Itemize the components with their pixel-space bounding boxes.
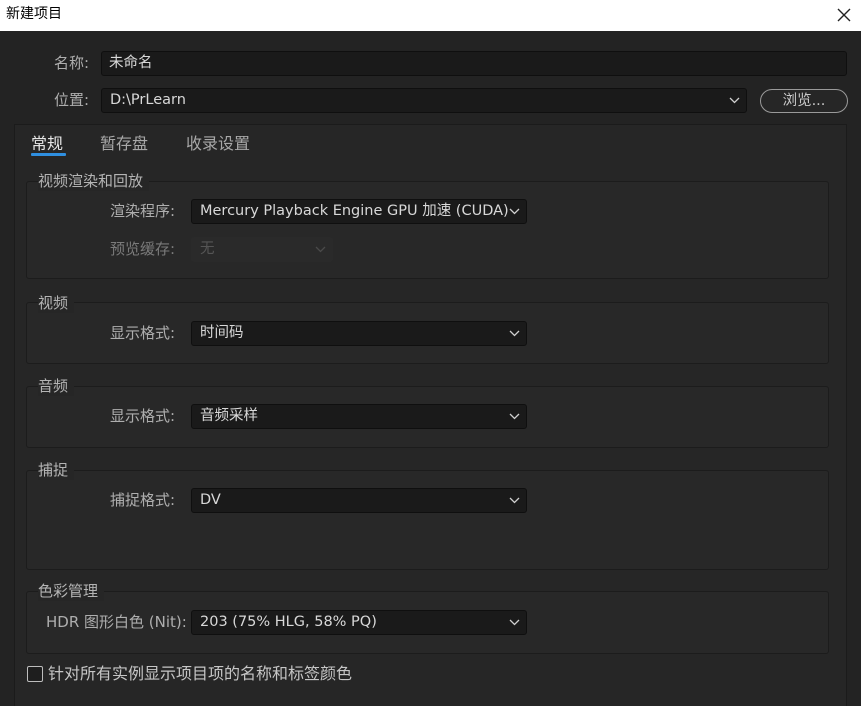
audio-title: 音频 — [38, 376, 75, 396]
capture-format-dropdown[interactable]: DV — [191, 488, 527, 513]
title-bar: 新建项目 — [0, 0, 861, 31]
capture-format-value: DV — [200, 492, 221, 508]
capture-title: 捕捉 — [38, 460, 75, 480]
tab-ingest-settings[interactable]: 收录设置 — [186, 133, 250, 155]
audio-format-label: 显示格式: — [110, 407, 176, 425]
active-tab-indicator — [31, 153, 66, 156]
location-label: 位置: — [54, 91, 90, 109]
video-render-title: 视频渲染和回放 — [38, 171, 150, 191]
hdr-value: 203 (75% HLG, 58% PQ) — [200, 614, 377, 630]
chevron-down-icon — [509, 208, 520, 215]
hdr-dropdown[interactable]: 203 (75% HLG, 58% PQ) — [191, 610, 527, 635]
window-title: 新建项目 — [6, 6, 62, 22]
color-title: 色彩管理 — [38, 581, 105, 601]
capture-format-label: 捕捉格式: — [110, 491, 176, 509]
show-label-colors-checkbox[interactable] — [27, 666, 43, 682]
tab-general[interactable]: 常规 — [31, 133, 63, 155]
name-input[interactable]: 未命名 — [101, 51, 847, 76]
preview-cache-dropdown: 无 — [191, 237, 333, 262]
tab-scratch-disks[interactable]: 暂存盘 — [100, 133, 148, 155]
video-render-group — [26, 181, 829, 279]
video-format-dropdown[interactable]: 时间码 — [191, 321, 527, 346]
renderer-dropdown[interactable]: Mercury Playback Engine GPU 加速 (CUDA) — [191, 199, 527, 224]
location-value: D:\PrLearn — [110, 92, 186, 108]
chevron-down-icon — [729, 97, 740, 104]
video-format-label: 显示格式: — [110, 324, 176, 342]
chevron-down-icon — [315, 246, 326, 253]
browse-button[interactable]: 浏览... — [760, 89, 848, 113]
renderer-label: 渲染程序: — [110, 202, 176, 220]
name-label: 名称: — [54, 54, 90, 72]
renderer-value: Mercury Playback Engine GPU 加速 (CUDA) — [200, 203, 509, 219]
chevron-down-icon — [509, 619, 520, 626]
video-title: 视频 — [38, 293, 75, 313]
location-dropdown[interactable]: D:\PrLearn — [101, 88, 747, 113]
preview-cache-value: 无 — [200, 241, 215, 257]
chevron-down-icon — [509, 330, 520, 337]
video-format-value: 时间码 — [200, 325, 244, 341]
close-icon[interactable] — [833, 4, 855, 26]
preview-cache-label: 预览缓存: — [110, 240, 176, 258]
show-label-colors-label[interactable]: 针对所有实例显示项目项的名称和标签颜色 — [48, 664, 352, 684]
hdr-label: HDR 图形白色 (Nit): — [46, 613, 187, 631]
chevron-down-icon — [509, 497, 520, 504]
capture-group — [26, 470, 829, 570]
audio-format-dropdown[interactable]: 音频采样 — [191, 404, 527, 429]
audio-format-value: 音频采样 — [200, 408, 258, 424]
chevron-down-icon — [509, 413, 520, 420]
